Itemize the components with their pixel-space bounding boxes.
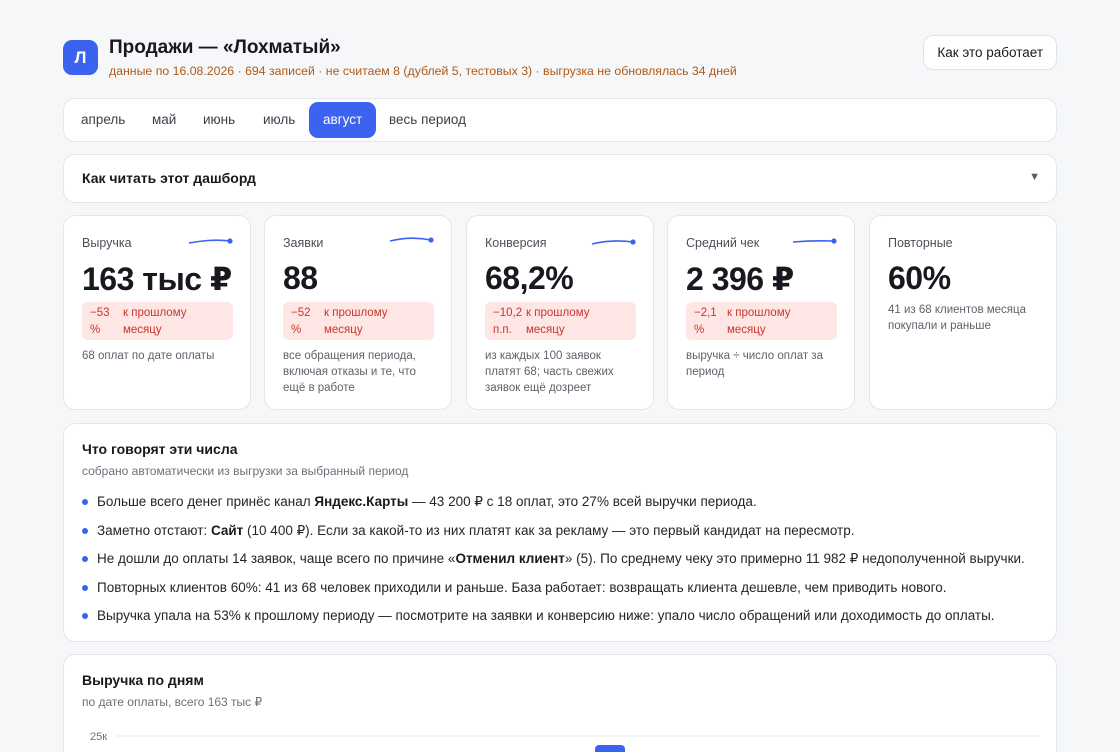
insights-subtitle: собрано автоматически из выгрузки за выб… <box>82 464 409 478</box>
page-title: Продажи — «Лохматый» <box>109 37 341 58</box>
data-status-line: данные по 16.08.2026 · 694 записей · не … <box>109 64 737 78</box>
bullet-icon <box>82 499 88 505</box>
list-item: Не дошли до оплаты 14 заявок, чаще всего… <box>82 549 1042 578</box>
kpi-card-average-check: Средний чек 2 396 ₽ −2,1 % к прошлому ме… <box>667 215 855 410</box>
kpi-card-conversion: Конверсия 68,2% −10,2 п.п. к прошлому ме… <box>466 215 654 410</box>
kpi-label: Средний чек <box>686 236 760 250</box>
tab-june[interactable]: июнь <box>189 102 249 138</box>
insights-panel: Что говорят эти числа собрано автоматиче… <box>63 423 1057 642</box>
kpi-delta-badge: −10,2 п.п. к прошлому месяцу <box>485 302 636 340</box>
insights-list: Больше всего денег принёс канал Яндекс.К… <box>82 492 1042 635</box>
bullet-icon <box>82 613 88 619</box>
kpi-value: 88 <box>283 260 318 296</box>
revenue-chart: 25к <box>90 731 1040 752</box>
list-item: Больше всего денег принёс канал Яндекс.К… <box>82 492 1042 521</box>
kpi-note: из каждых 100 заявок платят 68; часть св… <box>485 350 614 394</box>
how-it-works-button[interactable]: Как это работает <box>923 35 1057 70</box>
tab-may[interactable]: май <box>138 102 190 138</box>
sparkline-icon <box>188 238 233 244</box>
kpi-label: Конверсия <box>485 236 547 250</box>
y-tick-label: 25к <box>90 731 107 743</box>
bar[interactable] <box>595 745 625 752</box>
chevron-down-icon: ▼ <box>1029 171 1040 183</box>
kpi-delta-value: −52 % <box>291 307 311 336</box>
bullet-icon <box>82 527 88 534</box>
kpi-value: 60% <box>888 260 951 296</box>
sparkline-icon <box>792 238 837 244</box>
kpi-delta-text: к прошлому месяцу <box>727 307 791 336</box>
tab-july[interactable]: июль <box>249 102 309 138</box>
kpi-delta-badge: −53 % к прошлому месяцу <box>82 302 233 340</box>
kpi-label: Выручка <box>82 236 132 250</box>
kpi-delta-text: к прошлому месяцу <box>324 307 388 336</box>
kpi-delta-badge: −52 % к прошлому месяцу <box>283 302 434 340</box>
how-to-read-accordion[interactable]: Как читать этот дашборд ▼ <box>63 154 1057 203</box>
kpi-value: 163 тыс ₽ <box>82 261 232 297</box>
accordion-title: Как читать этот дашборд <box>82 170 256 186</box>
list-item: Заметно отстают: Сайт (10 400 ₽). Если з… <box>82 521 1042 550</box>
kpi-delta-value: −2,1 % <box>694 307 717 336</box>
kpi-label: Повторные <box>888 236 953 250</box>
kpi-card-revenue: Выручка 163 тыс ₽ −53 % к прошлому месяц… <box>63 215 251 410</box>
period-tabs: апрель май июнь июль август весь период <box>63 98 1057 142</box>
kpi-value: 68,2% <box>485 260 574 296</box>
logo: Л <box>63 40 98 75</box>
page-header: Л Продажи — «Лохматый» данные по 16.08.2… <box>63 35 1057 85</box>
tab-april[interactable]: апрель <box>67 102 139 138</box>
revenue-by-day-panel: Выручка по дням по дате оплаты, всего 16… <box>63 654 1057 752</box>
kpi-delta-badge: −2,1 % к прошлому месяцу <box>686 302 837 340</box>
kpi-delta-text: к прошлому месяцу <box>123 307 187 336</box>
sparkline-icon <box>591 239 636 245</box>
bullet-icon <box>82 556 88 562</box>
kpi-value: 2 396 ₽ <box>686 261 794 297</box>
kpi-card-requests: Заявки 88 −52 % к прошлому месяцу все об… <box>264 215 452 410</box>
bullet-icon <box>82 584 88 591</box>
list-item: Повторных клиентов 60%: 41 из 68 человек… <box>82 578 1042 607</box>
tab-all-period[interactable]: весь период <box>375 102 480 138</box>
list-item: Выручка упала на 53% к прошлому периоду … <box>82 606 1042 635</box>
kpi-delta-text: к прошлому месяцу <box>526 307 590 336</box>
kpi-note: 68 оплат по дате оплаты <box>82 350 215 362</box>
tab-august[interactable]: август <box>309 102 377 138</box>
insights-title: Что говорят эти числа <box>82 441 238 457</box>
kpi-delta-value: −53 % <box>90 307 110 336</box>
kpi-card-repeat: Повторные 60% 41 из 68 клиентов месяца п… <box>869 215 1057 410</box>
sparkline-icon <box>389 237 434 243</box>
kpi-label: Заявки <box>283 236 324 250</box>
kpi-note: 41 из 68 клиентов месяца покупали и рань… <box>888 304 1027 332</box>
kpi-note: все обращения периода, включая отказы и … <box>283 350 416 394</box>
kpi-note: выручка ÷ число оплат за период <box>686 350 823 378</box>
kpi-delta-value: −10,2 п.п. <box>493 307 523 336</box>
